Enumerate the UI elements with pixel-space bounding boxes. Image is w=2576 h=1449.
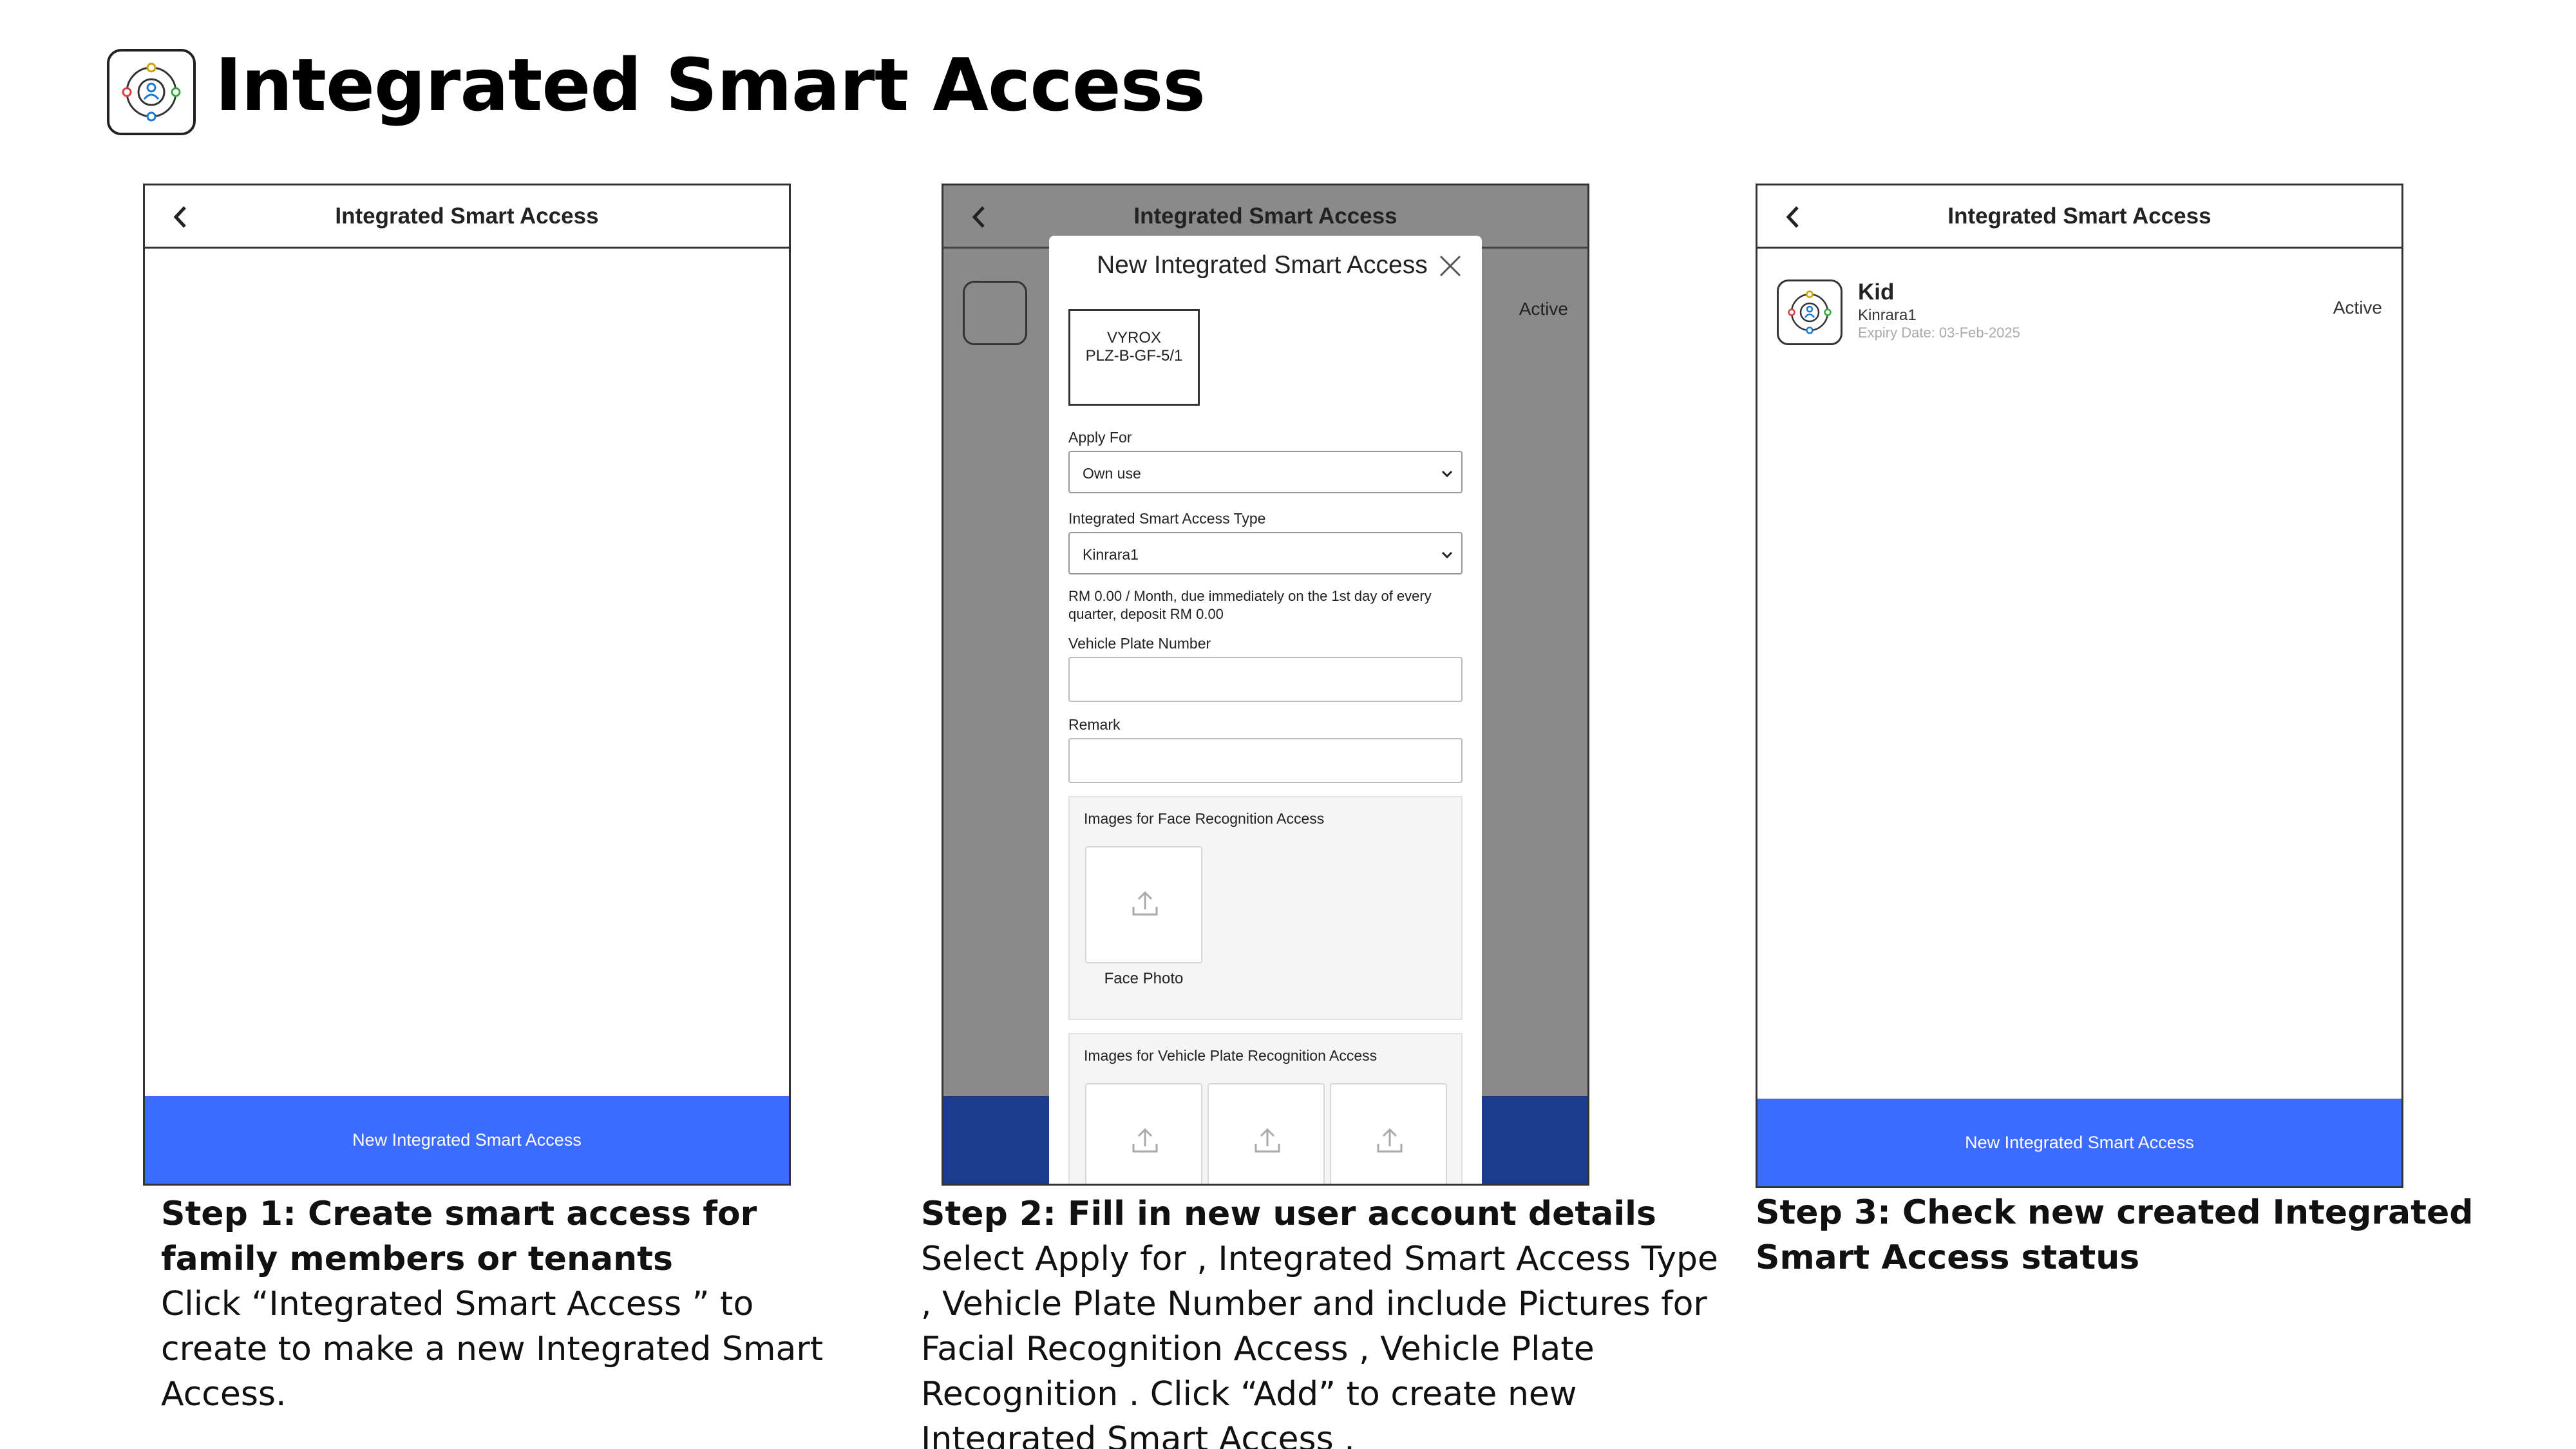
chevron-down-icon	[1441, 470, 1453, 478]
app-bar-title: Integrated Smart Access	[1133, 204, 1397, 229]
face-section-title: Images for Face Recognition Access	[1084, 810, 1325, 827]
face-photo-caption: Face Photo	[1104, 970, 1184, 987]
plate-label: Vehicle Plate Number	[1068, 635, 1211, 652]
smart-access-item-icon	[963, 281, 1027, 345]
step2-caption: Step 2: Fill in new user account details…	[921, 1191, 1732, 1449]
remark-input[interactable]	[1068, 738, 1463, 783]
upload-icon	[1132, 891, 1158, 916]
phone-screen-step3: Integrated Smart Access Kid Kinrara1 Exp…	[1756, 184, 2403, 1188]
app-bar: Integrated Smart Access	[145, 185, 789, 249]
upload-icon	[1377, 1128, 1403, 1153]
page-title: Integrated Smart Access	[215, 44, 1206, 128]
app-bar-title: Integrated Smart Access	[335, 204, 599, 229]
vehicle-plate-section: Images for Vehicle Plate Recognition Acc…	[1068, 1033, 1463, 1184]
new-smart-access-dialog: New Integrated Smart Access VYROX PLZ-B-…	[1049, 236, 1482, 1184]
fee-description: RM 0.00 / Month, due immediately on the …	[1068, 588, 1432, 622]
vehicle-photo-upload-3[interactable]	[1330, 1083, 1447, 1184]
close-icon[interactable]	[1437, 252, 1464, 279]
item-type: Kinrara1	[1858, 307, 1917, 324]
item-name: Kid	[1858, 279, 1895, 305]
apply-for-select[interactable]: Own use	[1068, 451, 1463, 493]
face-photo-upload[interactable]	[1085, 846, 1202, 963]
chevron-down-icon	[1441, 551, 1453, 559]
step3-title: Step 3: Check new created Integrated Sma…	[1756, 1193, 2474, 1277]
dialog-title: New Integrated Smart Access	[1097, 251, 1428, 279]
property-name: VYROX	[1106, 329, 1162, 346]
step1-body: Click “Integrated Smart Access ” to crea…	[161, 1285, 824, 1414]
step3-caption: Step 3: Check new created Integrated Sma…	[1756, 1190, 2496, 1280]
type-select[interactable]: Kinrara1	[1068, 532, 1463, 574]
step2-title: Step 2: Fill in new user account details	[921, 1195, 1656, 1233]
upload-icon	[1132, 1128, 1158, 1153]
app-bar: Integrated Smart Access	[1757, 185, 2401, 249]
vehicle-photo-upload-2[interactable]	[1208, 1083, 1325, 1184]
step1-caption: Step 1: Create smart access for family m…	[161, 1191, 869, 1417]
smart-access-item-icon	[1777, 279, 1842, 345]
plate-input[interactable]	[1068, 657, 1463, 702]
item-expiry-date: Expiry Date: 03-Feb-2025	[1858, 325, 2020, 341]
step2-body: Select Apply for , Integrated Smart Acce…	[921, 1240, 1719, 1449]
phone-screen-step1: Integrated Smart Access New Integrated S…	[143, 184, 791, 1186]
new-smart-access-button[interactable]: New Integrated Smart Access	[1757, 1099, 2401, 1186]
list-item[interactable]: Kid Kinrara1 Expiry Date: 03-Feb-2025 Ac…	[1757, 249, 2401, 377]
apply-for-value: Own use	[1083, 465, 1141, 482]
step1-title: Step 1: Create smart access for family m…	[161, 1195, 757, 1278]
new-smart-access-button[interactable]: New Integrated Smart Access	[145, 1096, 789, 1184]
app-bar-title: Integrated Smart Access	[1947, 204, 2211, 229]
phone-screen-step2: Integrated Smart Access Active New Integ…	[942, 184, 1589, 1186]
type-label: Integrated Smart Access Type	[1068, 510, 1266, 527]
apply-for-label: Apply For	[1068, 429, 1132, 446]
property-unit: PLZ-B-GF-5/1	[1085, 347, 1183, 365]
smart-access-logo-icon	[107, 49, 196, 135]
remark-label: Remark	[1068, 716, 1121, 733]
status-badge: Active	[2333, 298, 2382, 317]
vehicle-photo-upload-1[interactable]	[1085, 1083, 1202, 1184]
property-unit-card[interactable]: VYROX PLZ-B-GF-5/1	[1068, 309, 1200, 406]
vehicle-section-title: Images for Vehicle Plate Recognition Acc…	[1084, 1047, 1378, 1064]
type-value: Kinrara1	[1083, 546, 1139, 563]
upload-icon	[1255, 1128, 1280, 1153]
status-badge: Active	[1519, 299, 1568, 319]
face-recognition-section: Images for Face Recognition Access Face …	[1068, 796, 1463, 1020]
